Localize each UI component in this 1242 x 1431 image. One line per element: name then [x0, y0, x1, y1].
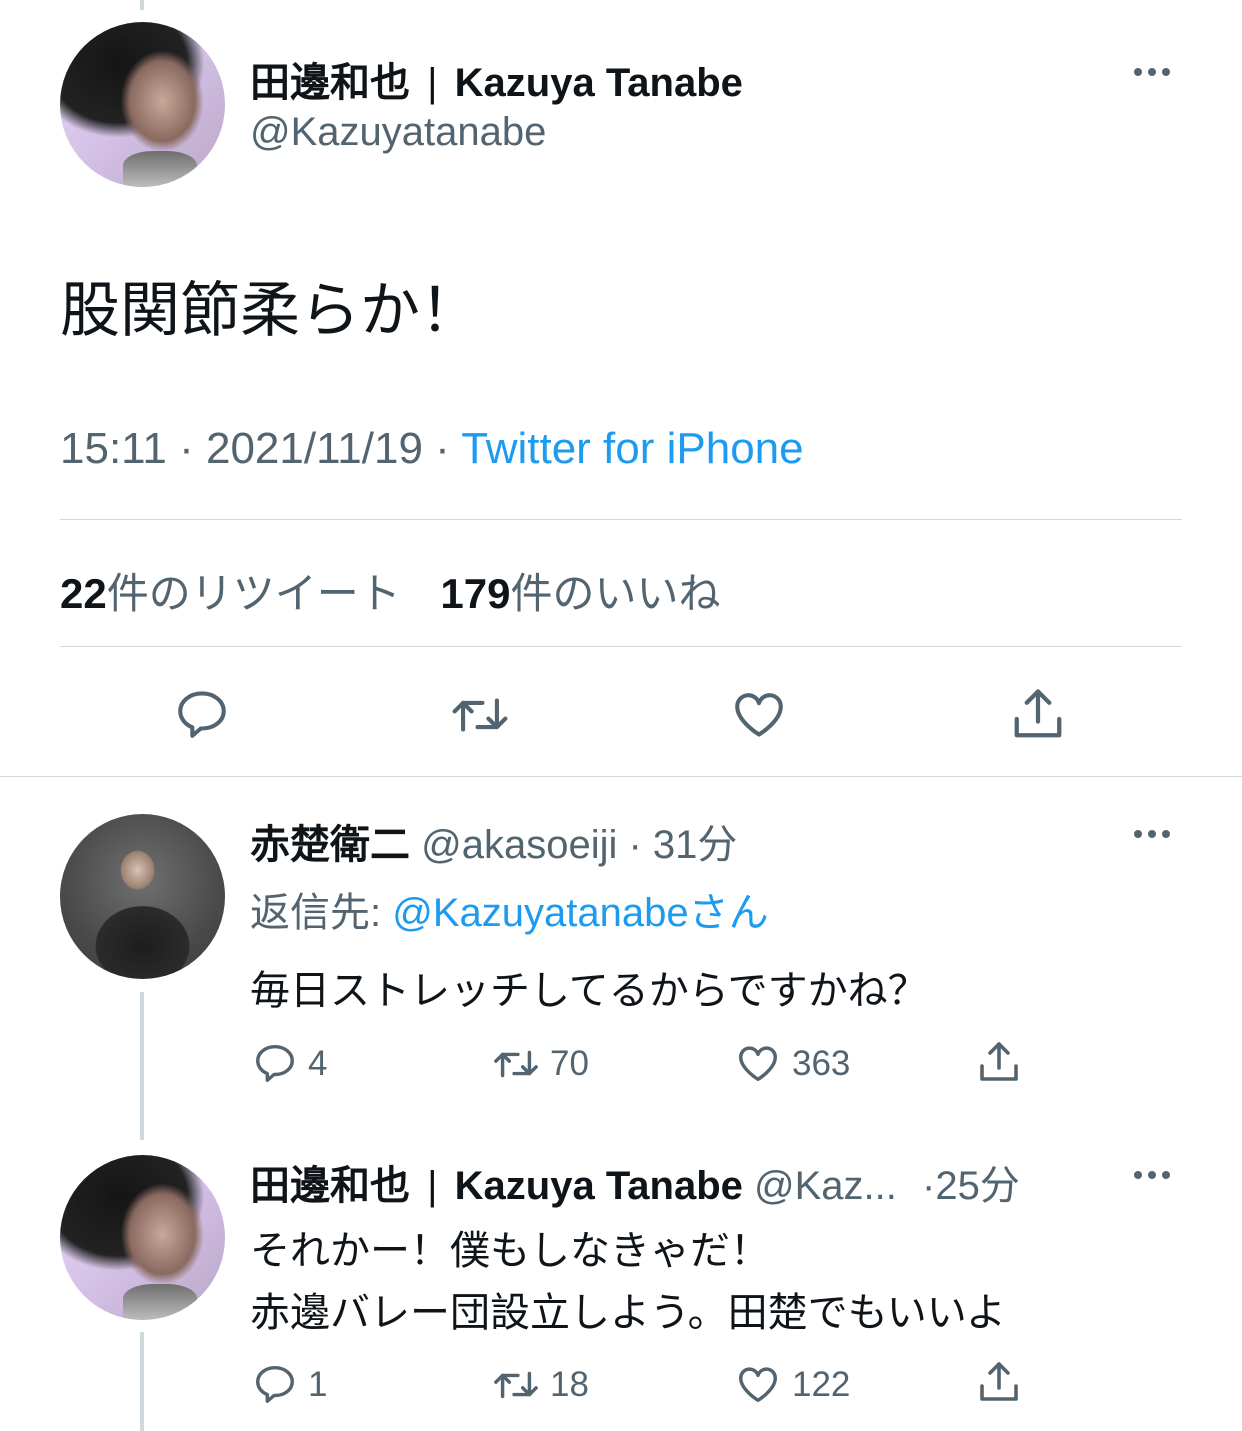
like-label: 件のいいね — [510, 570, 721, 617]
reply-icon[interactable] — [173, 685, 231, 743]
reply2-text-line2: 赤邊バレー団設立しよう。田楚でもいいよ — [250, 1291, 1006, 1335]
reply1-handle[interactable]: @akasoeiji — [421, 823, 617, 867]
reply-icon[interactable] — [252, 1040, 298, 1086]
main-avatar[interactable] — [60, 22, 225, 187]
like-count: 179 — [440, 570, 511, 617]
retweet-label: 件のリツイート — [106, 570, 401, 617]
reply2-display-name[interactable]: 田邊和也 — [250, 1164, 410, 1208]
main-tweet-source[interactable]: Twitter for iPhone — [461, 424, 803, 473]
reply1-retweet-count: 70 — [550, 1044, 589, 1083]
like-icon[interactable] — [734, 1361, 782, 1407]
reply1-like-count: 363 — [792, 1044, 851, 1083]
reply2-retweet-count: 18 — [550, 1365, 589, 1404]
divider — [60, 646, 1182, 647]
like-icon[interactable] — [729, 685, 789, 743]
more-icon[interactable] — [1134, 68, 1170, 76]
reply-to-label: 返信先: — [250, 891, 382, 935]
like-stat[interactable]: 179件のいいね — [440, 570, 720, 617]
more-icon[interactable] — [1134, 830, 1170, 838]
share-icon[interactable] — [1008, 684, 1068, 744]
reply2-like-count: 122 — [792, 1365, 851, 1404]
reply2-text-line1: それかー！僕もしなきゃだ！ — [250, 1229, 770, 1273]
reply1-avatar[interactable] — [60, 814, 225, 979]
thread-line — [140, 992, 144, 1140]
main-handle[interactable]: @Kazuyatanabe — [250, 110, 546, 155]
meta-dot: · — [435, 424, 462, 473]
main-display-name: 田邊和也 — [250, 61, 410, 105]
retweet-icon[interactable] — [488, 1041, 544, 1087]
reply2-time: 25分 — [935, 1164, 1020, 1208]
main-tweet-text: 股関節柔らか！ — [60, 277, 480, 344]
retweet-count: 22 — [60, 570, 107, 617]
reply2-handle[interactable]: @Kaz... — [754, 1164, 897, 1208]
meta-dot: · — [179, 424, 206, 473]
reply-icon[interactable] — [252, 1361, 298, 1407]
main-author-name[interactable]: 田邊和也 | Kazuya Tanabe — [250, 50, 743, 108]
reply1-time: 31分 — [652, 823, 738, 867]
thread-line — [140, 1332, 144, 1431]
reply2-avatar[interactable] — [60, 1155, 225, 1320]
retweet-icon[interactable] — [447, 686, 513, 744]
section-divider — [0, 776, 1242, 777]
reply1-reply-to: 返信先: @Kazuyatanabeさん — [250, 880, 769, 938]
divider — [60, 519, 1182, 520]
reply1-text: 毎日ストレッチしてるからですかね？ — [250, 969, 928, 1013]
retweet-stat[interactable]: 22件のリツイート — [60, 570, 412, 617]
reply2-header: 田邊和也 | Kazuya Tanabe @Kaz... ·25分 — [250, 1164, 1020, 1208]
reply2-reply-count: 1 — [308, 1365, 328, 1404]
share-icon[interactable] — [975, 1038, 1023, 1086]
thread-line-top — [140, 0, 144, 10]
name-separator: | — [427, 61, 438, 105]
more-icon[interactable] — [1134, 1171, 1170, 1179]
name-separator: | — [427, 1164, 438, 1208]
share-icon[interactable] — [975, 1358, 1023, 1406]
main-tweet-meta: 15:11 · 2021/11/19 · Twitter for iPhone — [60, 424, 804, 474]
main-display-name-en: Kazuya Tanabe — [454, 61, 743, 105]
main-tweet-stats: 22件のリツイート 179件のいいね — [60, 560, 721, 621]
reply1-display-name[interactable]: 赤楚衛二 — [250, 823, 410, 867]
main-tweet-date: 2021/11/19 — [205, 424, 423, 473]
main-tweet-time: 15:11 — [60, 424, 167, 473]
like-icon[interactable] — [734, 1040, 782, 1086]
reply1-header: 赤楚衛二 @akasoeiji · 31分 — [250, 823, 738, 867]
retweet-icon[interactable] — [488, 1362, 544, 1408]
reply-to-handle[interactable]: @Kazuyatanabeさん — [392, 891, 768, 935]
reply1-reply-count: 4 — [308, 1044, 328, 1083]
reply2-display-name-en[interactable]: Kazuya Tanabe — [455, 1164, 743, 1208]
